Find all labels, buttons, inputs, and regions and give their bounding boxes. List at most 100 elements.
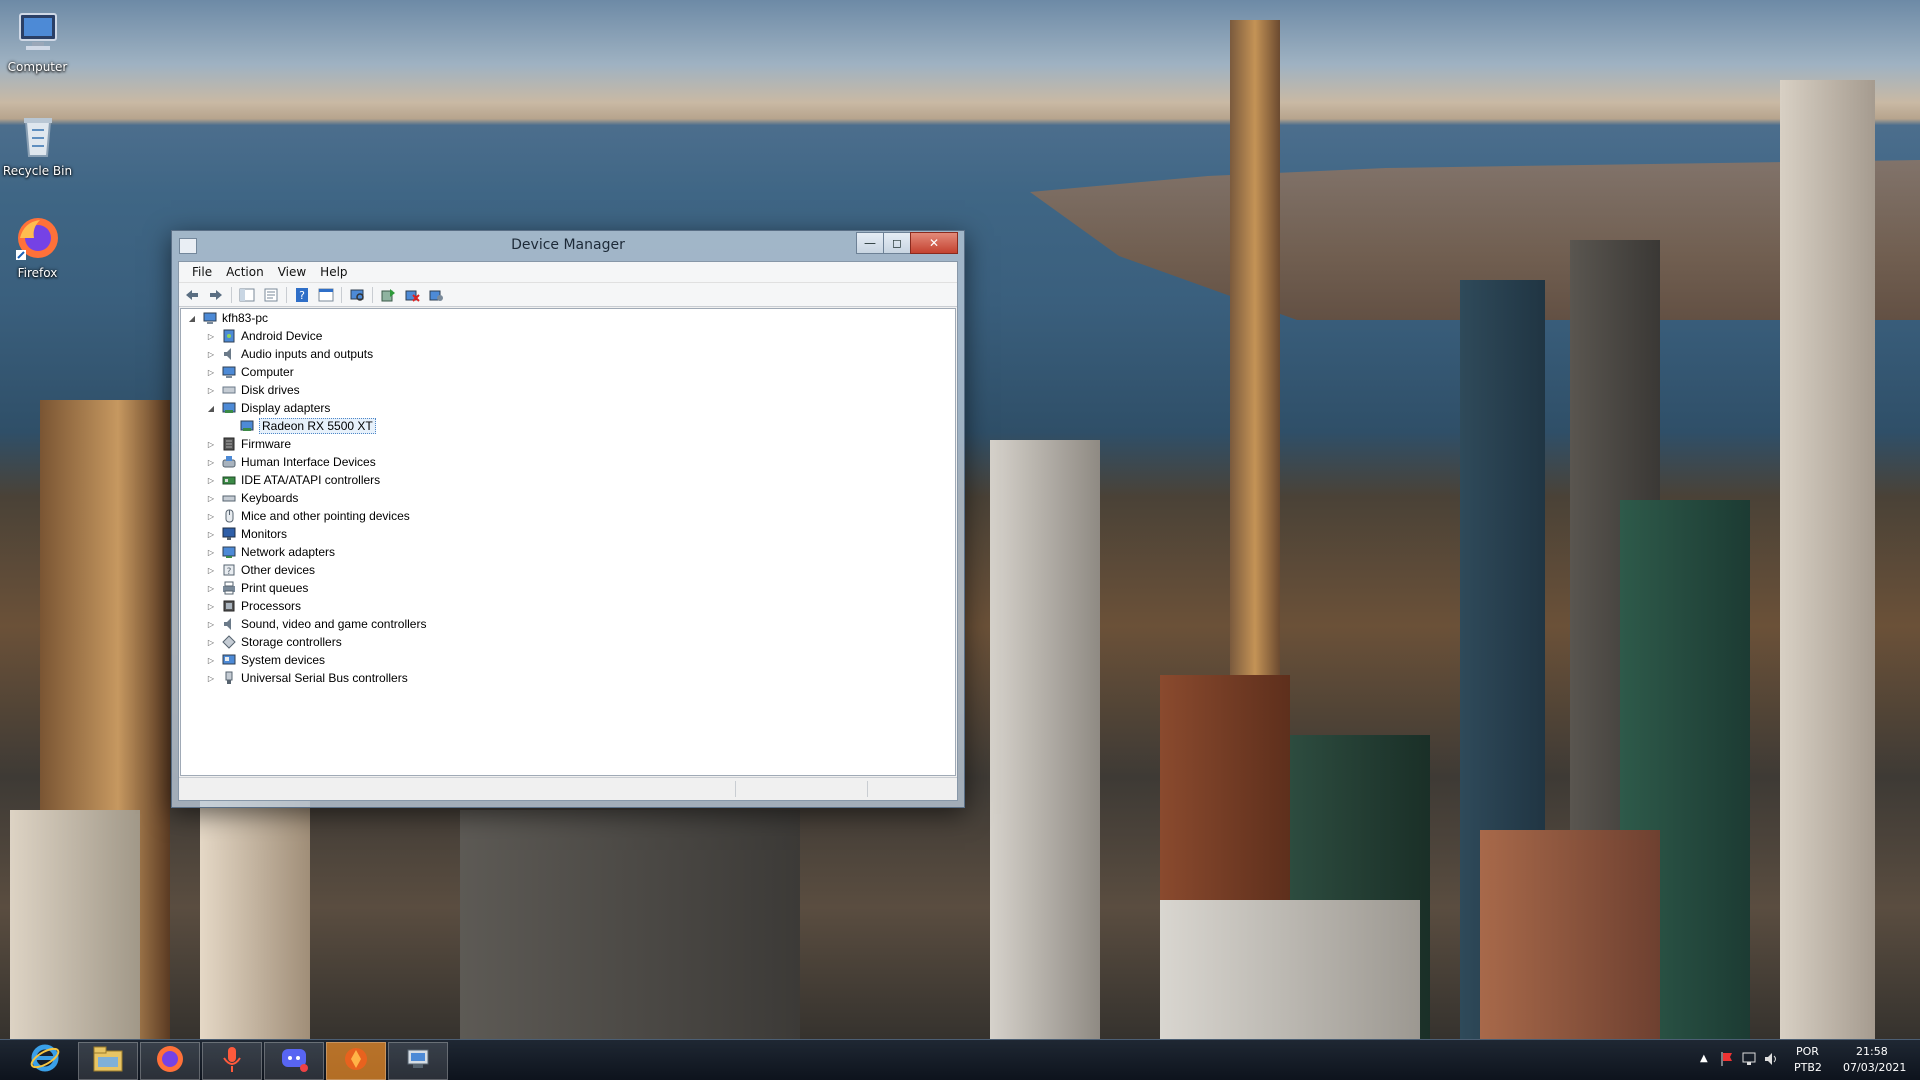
expand-arrow-icon[interactable]: ▷ [206,494,216,503]
status-bar-pane [735,781,844,797]
expand-arrow-icon[interactable]: ▷ [206,566,216,575]
taskbar-microphone-app[interactable] [202,1042,262,1080]
show-details-icon[interactable] [317,287,335,303]
taskbar-file-explorer[interactable] [78,1042,138,1080]
clock-time[interactable]: 21:58 [1856,1045,1888,1058]
desktop-icon-firefox[interactable]: Firefox [0,214,75,280]
caption-buttons: — ◻ ✕ [856,232,958,254]
forward-icon[interactable] [207,287,225,303]
properties-icon[interactable] [262,287,280,303]
expand-arrow-icon[interactable]: ▷ [206,332,216,341]
expand-arrow-icon[interactable]: ▷ [206,440,216,449]
toolbar-separator [231,286,232,303]
usb-icon [222,671,236,685]
menu-action[interactable]: Action [219,265,271,279]
tree-item-android-device[interactable]: ▷ Android Device [206,327,322,345]
help-icon[interactable]: ? [293,287,311,303]
tree-item-keyboards[interactable]: ▷ Keyboards [206,489,298,507]
tree-item-label: System devices [241,653,326,667]
minimize-button[interactable]: — [856,232,884,254]
hid-icon [222,455,236,469]
expand-arrow-icon[interactable]: ▷ [206,386,216,395]
tree-item-processors[interactable]: ▷ Processors [206,597,301,615]
menu-help[interactable]: Help [313,265,354,279]
minimize-icon: — [864,236,876,250]
expand-arrow-icon[interactable]: ▷ [206,584,216,593]
device-manager-window: Device Manager — ◻ ✕ File Action View He… [171,230,965,808]
expand-arrow-icon[interactable]: ▷ [206,602,216,611]
tree-item-system-devices[interactable]: ▷ System devices [206,651,325,669]
clock-date[interactable]: 07/03/2021 [1843,1061,1906,1074]
uninstall-device-icon[interactable] [403,287,421,303]
firefox-icon [14,214,62,262]
taskbar-orange-app[interactable] [326,1042,386,1080]
collapse-arrow-icon[interactable]: ◢ [187,314,197,323]
display-adapter-icon [222,401,236,415]
tree-item-monitors[interactable]: ▷ Monitors [206,525,287,543]
taskbar-firefox[interactable] [140,1042,200,1080]
tree-item-label: Audio inputs and outputs [241,347,374,361]
tree-item-computer[interactable]: ▷ Computer [206,363,294,381]
network-icon[interactable] [1742,1052,1758,1069]
language-indicator-bottom[interactable]: PTB2 [1794,1061,1822,1074]
file-explorer-icon [92,1045,124,1077]
close-button[interactable]: ✕ [910,232,958,254]
tree-item-storage-controllers[interactable]: ▷ Storage controllers [206,633,342,651]
expand-arrow-icon[interactable]: ▷ [206,638,216,647]
taskbar-device-manager[interactable] [388,1042,448,1080]
android-device-icon [222,329,236,343]
maximize-button[interactable]: ◻ [883,232,911,254]
tree-item-other-devices[interactable]: ▷ ? Other devices [206,561,315,579]
language-indicator-top[interactable]: POR [1796,1045,1819,1058]
tree-item-sound-video-game[interactable]: ▷ Sound, video and game controllers [206,615,427,633]
expand-arrow-icon[interactable]: ▷ [206,512,216,521]
tree-item-human-interface-devices[interactable]: ▷ Human Interface Devices [206,453,376,471]
tree-item-firmware[interactable]: ▷ Firmware [206,435,291,453]
scan-hardware-icon[interactable] [348,287,366,303]
keyboard-icon [222,491,236,505]
tree-item-print-queues[interactable]: ▷ Print queues [206,579,308,597]
back-icon[interactable] [183,287,201,303]
tree-item-audio-inputs[interactable]: ▷ Audio inputs and outputs [206,345,373,363]
expand-arrow-icon[interactable]: ▷ [206,656,216,665]
show-hide-console-tree-icon[interactable] [238,287,256,303]
tree-item-mice[interactable]: ▷ Mice and other pointing devices [206,507,410,525]
tree-item-usb-controllers[interactable]: ▷ Universal Serial Bus controllers [206,669,408,687]
tree-item-ide-controllers[interactable]: ▷ IDE ATA/ATAPI controllers [206,471,380,489]
menu-file[interactable]: File [185,265,219,279]
network-adapter-icon [222,545,236,559]
expand-arrow-icon[interactable]: ▷ [206,674,216,683]
expand-arrow-icon[interactable]: ▷ [206,620,216,629]
expand-arrow-icon[interactable]: ▷ [206,476,216,485]
tree-item-radeon-rx-5500-xt[interactable]: Radeon RX 5500 XT [240,417,376,435]
volume-icon[interactable] [1764,1052,1780,1069]
collapse-arrow-icon[interactable]: ◢ [206,404,216,413]
expand-arrow-icon[interactable]: ▷ [206,368,216,377]
wallpaper-building [200,800,310,1040]
wallpaper-building [990,440,1100,1040]
enable-device-icon[interactable] [427,287,445,303]
action-center-flag-icon[interactable] [1720,1051,1734,1070]
desktop-icon-computer[interactable]: Computer [0,8,75,74]
microphone-app-icon [217,1044,247,1078]
tree-root[interactable]: ◢ kfh83-pc [187,309,268,327]
expand-arrow-icon[interactable]: ▷ [206,458,216,467]
show-hidden-icons-icon[interactable]: ▲ [1700,1053,1708,1064]
tree-item-label: Universal Serial Bus controllers [241,671,408,685]
toolbar-separator [341,286,342,303]
expand-arrow-icon[interactable]: ▷ [206,548,216,557]
tree-item-display-adapters[interactable]: ◢ Display adapters [206,399,330,417]
desktop-icon-recycle-bin[interactable]: Recycle Bin [0,112,75,178]
taskbar-internet-explorer[interactable] [16,1042,74,1078]
svg-text:?: ? [299,289,305,302]
update-driver-icon[interactable] [379,287,397,303]
expand-arrow-icon[interactable]: ▷ [206,350,216,359]
tree-item-network-adapters[interactable]: ▷ Network adapters [206,543,335,561]
taskbar-discord[interactable] [264,1042,324,1080]
expand-arrow-icon[interactable]: ▷ [206,530,216,539]
wallpaper-building [1480,830,1660,1040]
tree-item-disk-drives[interactable]: ▷ Disk drives [206,381,300,399]
title-bar[interactable]: Device Manager — ◻ ✕ [172,231,964,261]
menu-view[interactable]: View [271,265,313,279]
tree-item-label: Monitors [241,527,288,541]
